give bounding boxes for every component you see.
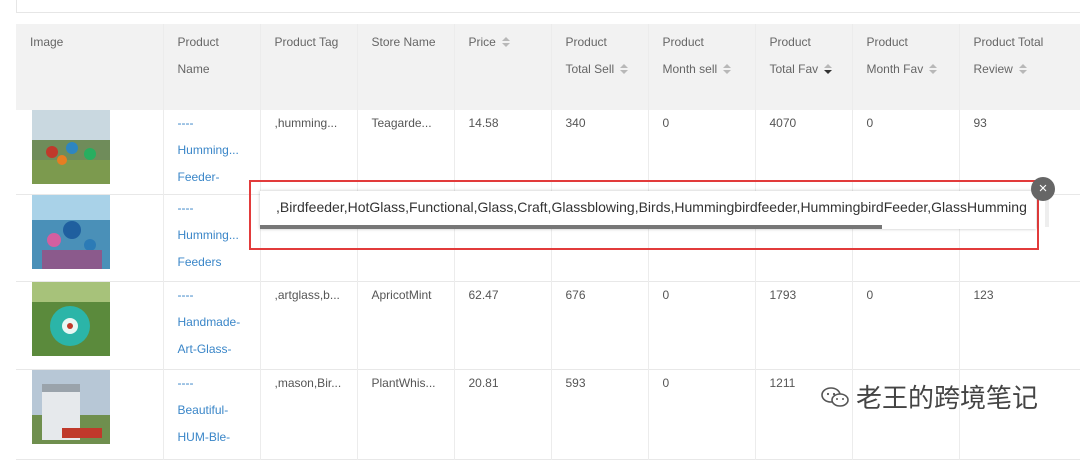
vertical-scrollbar[interactable] <box>1045 199 1049 227</box>
review-cell: 123 <box>959 281 1080 370</box>
price-cell: 62.47 <box>454 281 552 370</box>
product-name-cell[interactable]: ---- Beautiful- HUM-Ble- <box>163 369 261 460</box>
product-thumbnail[interactable] <box>32 282 110 356</box>
product-tag-cell[interactable]: ,artglass,b... <box>260 281 358 370</box>
product-thumbnail[interactable] <box>32 110 110 184</box>
product-name-cell[interactable]: ---- Handmade- Art-Glass- <box>163 281 261 370</box>
wechat-icon <box>821 386 849 407</box>
col-product-name: Product Name <box>163 24 261 110</box>
close-icon[interactable]: × <box>1031 177 1055 201</box>
product-thumbnail[interactable] <box>32 195 110 269</box>
sort-desc-icon[interactable] <box>824 63 833 74</box>
table-row: ---- Handmade- Art-Glass- ,artglass,b... A… <box>16 281 1080 370</box>
image-cell <box>16 194 164 282</box>
month-sell-cell: 0 <box>648 281 756 370</box>
watermark-text: 老王的跨境笔记 <box>856 384 1039 414</box>
product-thumbnail[interactable] <box>32 370 110 444</box>
month-sell-cell: 0 <box>648 369 756 460</box>
total-fav-cell: 1793 <box>755 281 853 370</box>
product-tag-cell[interactable]: ,mason,Bir... <box>260 369 358 460</box>
sort-icon[interactable] <box>501 36 510 47</box>
month-fav-cell: 0 <box>852 281 960 370</box>
total-sell-cell: 593 <box>551 369 649 460</box>
col-month-sell[interactable]: Product Month sell <box>648 24 756 110</box>
table-header: Image Product Name Product Tag Store Name… <box>16 24 1080 110</box>
image-cell <box>16 110 164 195</box>
product-name-cell[interactable]: ---- Humming... Feeder- <box>163 110 261 195</box>
product-name-cell[interactable]: ---- Humming... Feeders <box>163 194 261 282</box>
sort-icon[interactable] <box>1018 63 1027 74</box>
watermark: 老王的跨境笔记 <box>820 378 1038 415</box>
store-name-cell: ApricotMint <box>357 281 455 370</box>
col-image: Image <box>16 24 164 110</box>
col-total-review[interactable]: Product Total Review <box>959 24 1080 110</box>
col-price[interactable]: Price <box>454 24 552 110</box>
tag-tooltip-text: ,Birdfeeder,HotGlass,Functional,Glass,Cr… <box>276 199 1027 215</box>
total-sell-cell: 676 <box>551 281 649 370</box>
image-cell <box>16 369 164 460</box>
col-month-fav[interactable]: Product Month Fav <box>852 24 960 110</box>
sort-icon[interactable] <box>620 63 629 74</box>
store-name-cell: PlantWhis... <box>357 369 455 460</box>
col-total-fav[interactable]: Product Total Fav <box>755 24 853 110</box>
price-cell: 20.81 <box>454 369 552 460</box>
col-product-tag: Product Tag <box>260 24 358 110</box>
sort-icon[interactable] <box>929 63 938 74</box>
col-total-sell[interactable]: Product Total Sell <box>551 24 649 110</box>
top-panel <box>16 0 1080 13</box>
tag-tooltip: ,Birdfeeder,HotGlass,Functional,Glass,Cr… <box>260 191 1036 229</box>
image-cell <box>16 281 164 370</box>
col-store-name: Store Name <box>357 24 455 110</box>
horizontal-scrollbar[interactable] <box>260 225 882 229</box>
sort-icon[interactable] <box>723 63 732 74</box>
